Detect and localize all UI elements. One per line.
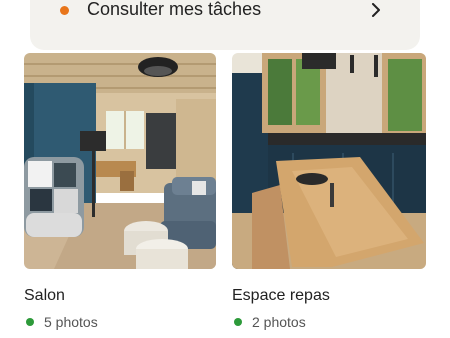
tasks-card[interactable]: Consulter mes tâches xyxy=(30,0,420,50)
room-photo-salon[interactable] xyxy=(24,53,216,269)
room-photo-count: 2 photos xyxy=(232,314,426,330)
screen: Consulter mes tâches Salon 5 photos Espa… xyxy=(0,0,450,338)
task-status-dot xyxy=(60,6,69,15)
status-dot xyxy=(234,318,242,326)
photos-count-label: 5 photos xyxy=(44,314,98,330)
room-photo-espace-repas[interactable] xyxy=(232,53,426,269)
status-dot xyxy=(26,318,34,326)
tasks-row[interactable]: Consulter mes tâches xyxy=(30,0,420,22)
room-card-salon[interactable]: Salon 5 photos xyxy=(24,53,216,330)
room-photo-count: 5 photos xyxy=(24,314,216,330)
room-title: Espace repas xyxy=(232,287,330,304)
chevron-right-icon[interactable] xyxy=(368,1,384,19)
room-title: Salon xyxy=(24,287,65,304)
room-card-espace-repas[interactable]: Espace repas 2 photos xyxy=(232,53,426,330)
photos-count-label: 2 photos xyxy=(252,314,306,330)
tasks-label: Consulter mes tâches xyxy=(87,0,262,19)
